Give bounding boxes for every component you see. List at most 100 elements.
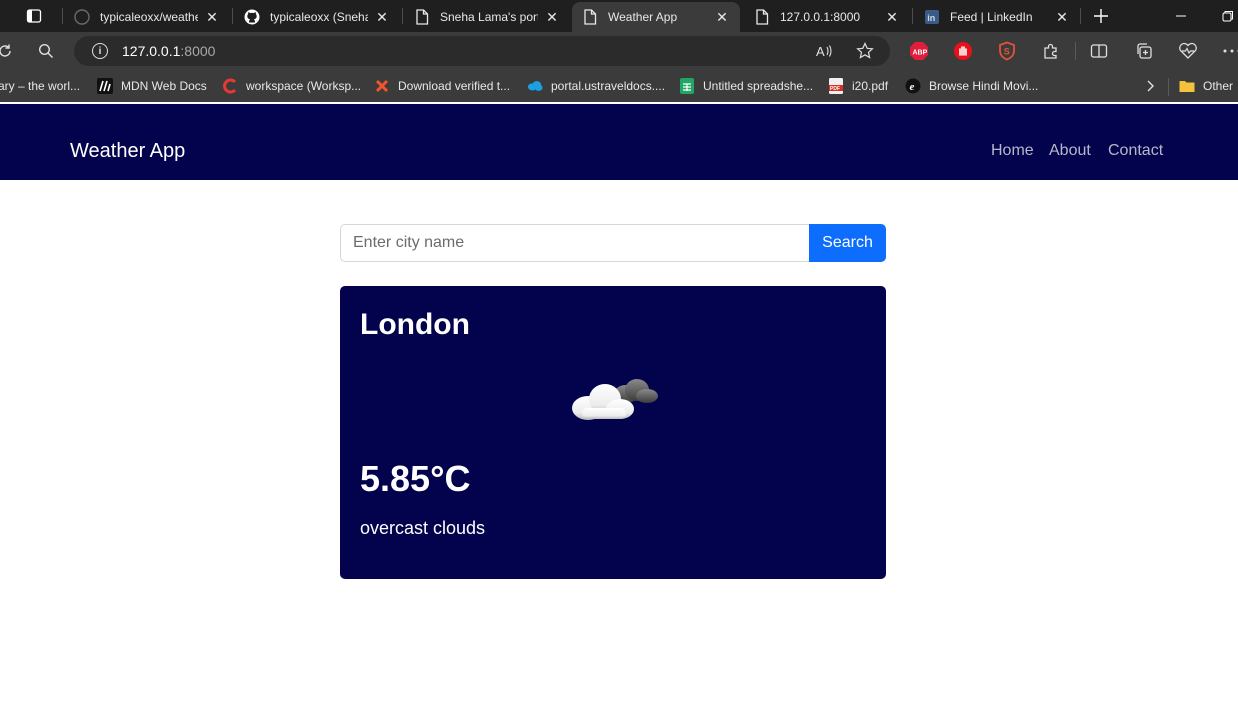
tab-title: 127.0.0.1:8000	[780, 10, 861, 24]
tab-actions-icon[interactable]	[23, 5, 45, 27]
close-tab-icon[interactable]: ✕	[374, 9, 390, 25]
bookmarks-overflow-chevron-icon[interactable]	[1145, 77, 1155, 95]
toolbar-separator	[1075, 42, 1076, 60]
tab-title: Weather App	[608, 10, 678, 24]
refresh-icon[interactable]	[0, 40, 16, 62]
city-name: London	[360, 308, 470, 341]
favorite-star-icon[interactable]	[854, 40, 876, 62]
svg-text:PDF: PDF	[830, 86, 840, 92]
close-tab-icon[interactable]: ✕	[544, 9, 560, 25]
bookmark-workspace[interactable]: workspace (Worksp...	[222, 77, 361, 95]
bookmark-label: i20.pdf	[852, 79, 889, 93]
nav-link-home[interactable]: Home	[991, 142, 1034, 160]
svg-text:S: S	[1004, 47, 1010, 57]
shield-extension-icon[interactable]: S	[996, 40, 1018, 62]
mdn-icon	[97, 78, 113, 94]
folder-label: Other	[1203, 79, 1234, 93]
tab-typicaleoxx-profile[interactable]: typicaleoxx (Sneha L ✕	[234, 2, 400, 32]
bookmark-label: Download verified t...	[398, 79, 511, 93]
site-navbar: Weather App Home About Contact	[0, 104, 1238, 180]
tab-separator	[402, 8, 403, 24]
new-tab-icon[interactable]	[1090, 5, 1112, 27]
svg-text:A: A	[816, 44, 825, 59]
overcast-clouds-icon	[568, 368, 660, 428]
tab-separator	[62, 8, 63, 24]
workspace-icon	[222, 78, 238, 94]
tab-title: typicaleoxx (Sneha L	[270, 10, 368, 24]
pdf-icon: PDF	[828, 78, 844, 94]
bookmark-mdn[interactable]: MDN Web Docs	[97, 77, 207, 95]
tab-localhost[interactable]: 127.0.0.1:8000 ✕	[744, 2, 910, 32]
bookmark-ustraveldocs[interactable]: portal.ustraveldocs....	[527, 77, 665, 95]
tab-weather-app[interactable]: Weather App ✕	[572, 2, 740, 32]
bookmark-item[interactable]: ary – the worl...	[0, 77, 80, 95]
tab-linkedin[interactable]: in Feed | LinkedIn ✕	[914, 2, 1080, 32]
x-icon	[374, 78, 390, 94]
browser-toolbar: i 127.0.0.1:8000 A ABP S	[0, 32, 1238, 70]
svg-text:in: in	[927, 13, 935, 23]
bookmark-label: ary – the worl...	[0, 79, 81, 93]
tab-separator	[232, 8, 233, 24]
weather-card: London 5.85°C overcast clouds	[340, 286, 886, 579]
close-tab-icon[interactable]: ✕	[1054, 9, 1070, 25]
bookmarks-bar: ary – the worl... MDN Web Docs workspace…	[0, 70, 1238, 102]
read-aloud-icon[interactable]: A	[814, 40, 836, 62]
search-button[interactable]: Search	[809, 224, 886, 262]
close-tab-icon[interactable]: ✕	[204, 9, 220, 25]
page-icon	[582, 9, 598, 25]
url-host: 127.0.0.1	[122, 43, 181, 59]
tab-separator	[912, 8, 913, 24]
navbar-brand[interactable]: Weather App	[70, 140, 185, 163]
sheets-icon	[679, 78, 695, 94]
bookmark-download[interactable]: Download verified t...	[374, 77, 510, 95]
linkedin-icon: in	[924, 9, 940, 25]
city-search-input[interactable]	[340, 224, 810, 262]
close-tab-icon[interactable]: ✕	[884, 9, 900, 25]
close-tab-icon[interactable]: ✕	[714, 9, 730, 25]
other-favorites-folder[interactable]: Other	[1179, 77, 1233, 95]
bookmark-i20-pdf[interactable]: PDF i20.pdf	[828, 77, 888, 95]
bookmark-label: workspace (Worksp...	[246, 79, 362, 93]
bookmarks-separator	[1168, 78, 1169, 96]
bookmark-label: MDN Web Docs	[121, 79, 207, 93]
nav-link-contact[interactable]: Contact	[1108, 142, 1163, 160]
tab-sneha-portfolio[interactable]: Sneha Lama's portfo ✕	[404, 2, 570, 32]
tab-title: Sneha Lama's portfo	[440, 10, 538, 24]
tab-typicaleoxx-weather[interactable]: typicaleoxx/weather ✕	[64, 2, 230, 32]
bookmark-label: Untitled spreadshe...	[703, 79, 814, 93]
github-icon	[74, 9, 90, 25]
more-menu-icon[interactable]	[1221, 40, 1238, 62]
restore-icon[interactable]	[1216, 4, 1238, 28]
cloud-icon	[527, 78, 543, 94]
bookmark-spreadsheet[interactable]: Untitled spreadshe...	[679, 77, 813, 95]
weather-description: overcast clouds	[360, 518, 486, 538]
page-icon	[414, 9, 430, 25]
stop-hand-icon[interactable]	[952, 40, 974, 62]
extensions-puzzle-icon[interactable]	[1040, 40, 1062, 62]
browser-essentials-icon[interactable]	[1177, 40, 1199, 62]
search-icon[interactable]	[35, 40, 57, 62]
url-port: :8000	[180, 43, 216, 59]
adblock-plus-icon[interactable]: ABP	[908, 40, 930, 62]
bookmark-hindi-movies[interactable]: e Browse Hindi Movi...	[905, 77, 1038, 95]
tab-title: Feed | LinkedIn	[950, 10, 1033, 24]
svg-text:ABP: ABP	[913, 50, 928, 57]
site-info-icon[interactable]: i	[92, 43, 108, 59]
collections-icon[interactable]	[1133, 40, 1155, 62]
e-icon: e	[905, 78, 921, 94]
folder-icon	[1179, 78, 1195, 94]
github-icon	[244, 9, 260, 25]
tab-separator	[1080, 8, 1081, 24]
tab-title: typicaleoxx/weather	[100, 10, 198, 24]
minimize-icon[interactable]	[1169, 4, 1193, 28]
bookmark-label: Browse Hindi Movi...	[929, 79, 1039, 93]
svg-text:e: e	[910, 81, 915, 93]
bookmark-label: portal.ustraveldocs....	[551, 79, 666, 93]
address-url[interactable]: 127.0.0.1:8000	[122, 43, 215, 59]
split-screen-icon[interactable]	[1088, 40, 1110, 62]
temperature: 5.85°C	[360, 458, 471, 499]
nav-link-about[interactable]: About	[1049, 142, 1091, 160]
browser-tab-strip: typicaleoxx/weather ✕ typicaleoxx (Sneha…	[0, 0, 1238, 32]
page-icon	[754, 9, 770, 25]
address-bar[interactable]: i 127.0.0.1:8000 A	[74, 36, 890, 66]
